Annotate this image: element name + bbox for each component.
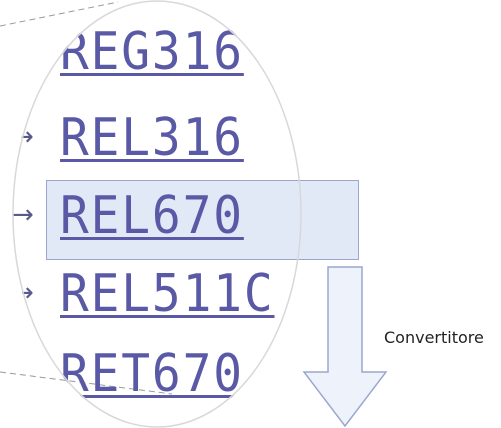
down-arrow-icon [302,266,388,428]
zoomed-callout-figure: REG316 → REL316 → REL670 → REL511C RET67… [0,0,501,428]
converter-label: Convertitore [384,328,484,347]
lens-outline [12,0,302,428]
